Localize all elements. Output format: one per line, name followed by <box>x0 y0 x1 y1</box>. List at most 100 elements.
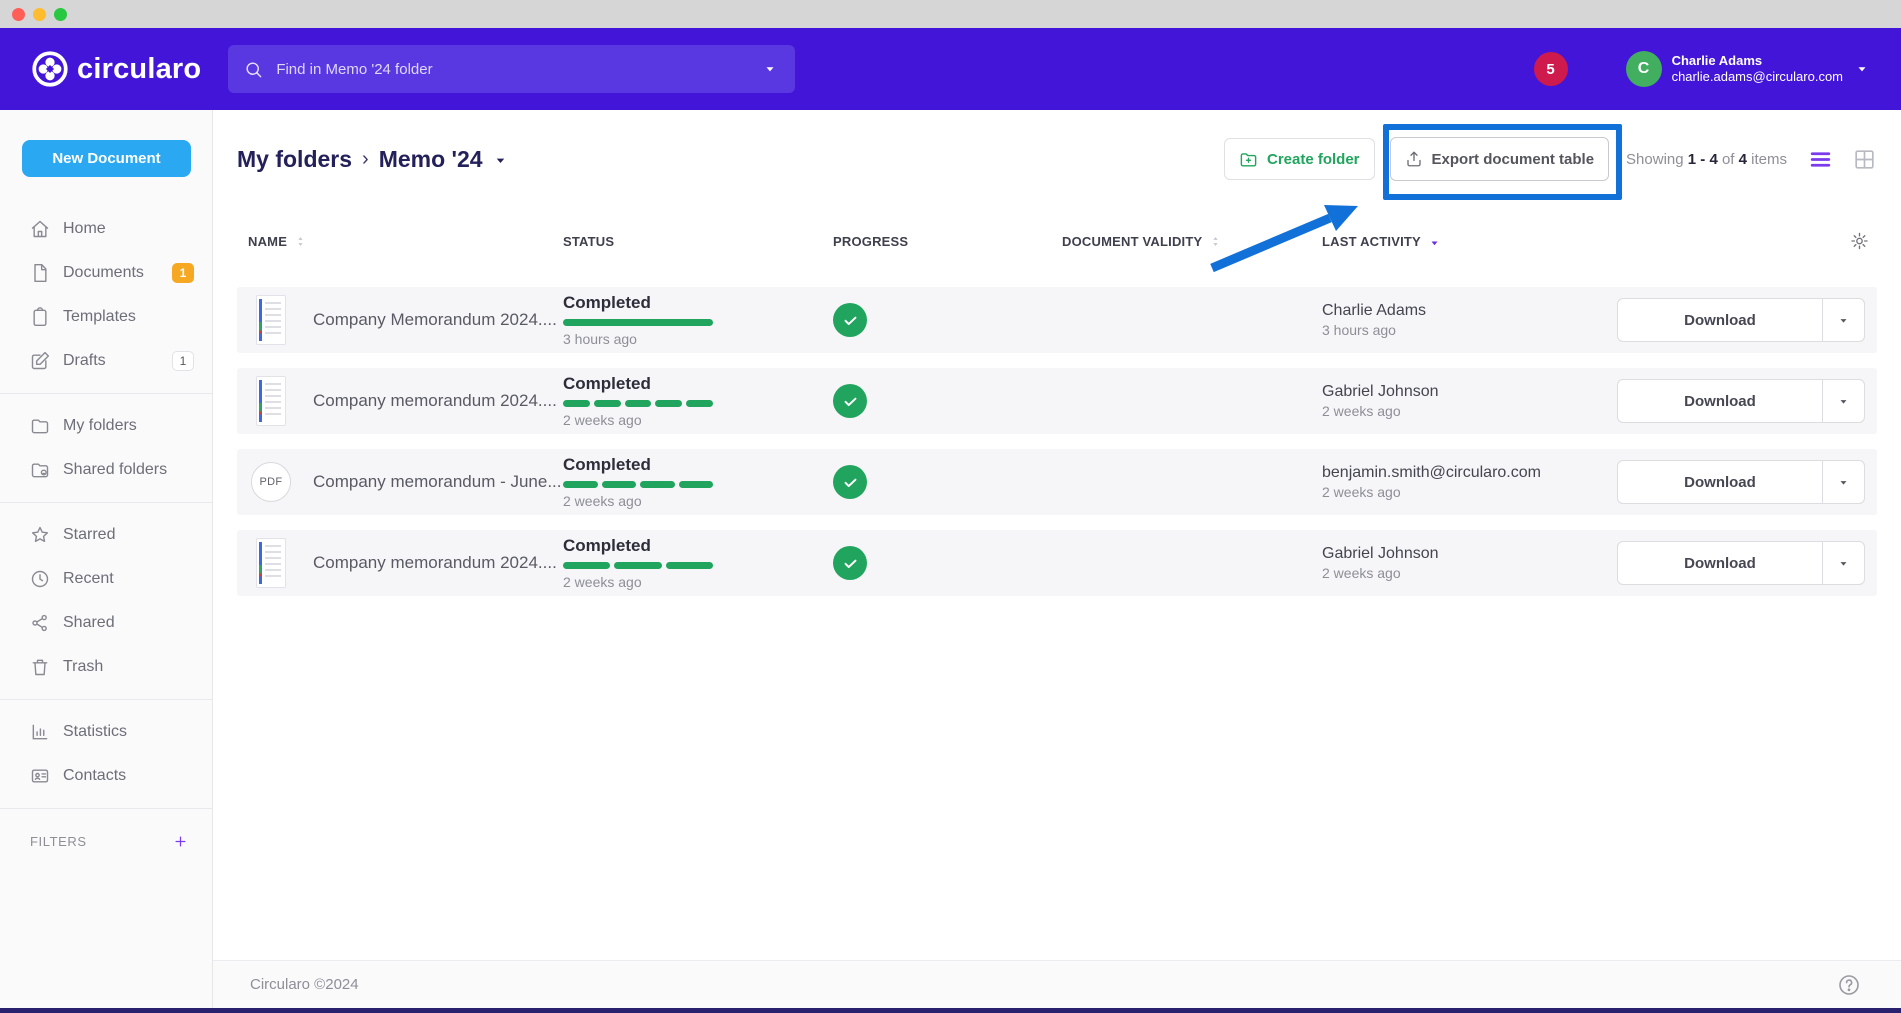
sidebar-item-label: Templates <box>63 308 136 326</box>
avatar[interactable]: C <box>1626 51 1662 87</box>
sidebar-item-contacts[interactable]: Contacts <box>0 754 212 798</box>
minimize-window-button[interactable] <box>33 8 46 21</box>
action-cell: Download <box>1617 541 1877 585</box>
sidebar-item-recent[interactable]: Recent <box>0 557 212 601</box>
sidebar-item-shared-folders[interactable]: Shared folders <box>0 448 212 492</box>
progress-segment <box>563 481 598 488</box>
table-row[interactable]: Company memorandum 2024....Completed2 we… <box>237 530 1877 596</box>
sort-icon[interactable] <box>294 235 307 248</box>
sort-icon[interactable] <box>1209 235 1222 248</box>
sidebar-badge: 1 <box>172 351 194 371</box>
download-options-chevron-down-icon[interactable] <box>1822 380 1864 422</box>
document-name-cell: Company Memorandum 2024.... <box>237 295 563 345</box>
export-document-table-button[interactable]: Export document table <box>1390 137 1610 181</box>
create-folder-button[interactable]: Create folder <box>1224 138 1375 180</box>
trash-icon <box>30 657 50 677</box>
progress-cell <box>833 384 1062 418</box>
table-row[interactable]: Company memorandum 2024....Completed2 we… <box>237 368 1877 434</box>
activity-timestamp: 2 weeks ago <box>1322 484 1617 500</box>
notification-badge[interactable]: 5 <box>1534 52 1568 86</box>
grid-view-icon[interactable] <box>1852 147 1877 172</box>
app-header: circularo 5 C Charlie Adams charlie.adam… <box>0 28 1901 110</box>
sidebar-divider <box>0 393 212 394</box>
progress-segment <box>655 400 682 407</box>
search-scope-dropdown-icon[interactable] <box>763 62 777 76</box>
download-options-chevron-down-icon[interactable] <box>1822 542 1864 584</box>
activity-user: Gabriel Johnson <box>1322 383 1617 401</box>
document-name[interactable]: Company memorandum 2024.... <box>313 553 557 573</box>
sidebar-item-label: Home <box>63 220 106 238</box>
sidebar-item-templates[interactable]: Templates <box>0 295 212 339</box>
sort-desc-icon[interactable] <box>1428 235 1441 248</box>
user-name: Charlie Adams <box>1672 53 1843 69</box>
status-cell: Completed3 hours ago <box>563 293 833 347</box>
folder-menu-chevron-down-icon[interactable] <box>493 150 508 168</box>
progress-cell <box>833 465 1062 499</box>
status-cell: Completed 2 weeks ago <box>563 455 833 509</box>
table-settings-gear-icon[interactable] <box>1850 232 1869 251</box>
document-list: Company Memorandum 2024.... Completed3 ho… <box>237 287 1877 596</box>
copyright-text: Circularo ©2024 <box>250 976 359 993</box>
progress-bar <box>563 481 713 488</box>
circularo-logo-icon <box>32 51 68 87</box>
download-options-chevron-down-icon[interactable] <box>1822 299 1864 341</box>
column-header-status: STATUS <box>563 234 833 249</box>
progress-segment <box>625 400 652 407</box>
last-activity-cell: Charlie Adams3 hours ago <box>1322 302 1617 338</box>
window-bottom-edge <box>0 1008 1901 1013</box>
column-header-name[interactable]: NAME <box>237 234 563 249</box>
download-button[interactable]: Download <box>1618 299 1822 341</box>
close-window-button[interactable] <box>12 8 25 21</box>
help-icon[interactable] <box>1837 973 1861 997</box>
circularo-logo[interactable]: circularo <box>32 51 201 87</box>
add-filter-button[interactable] <box>173 834 188 849</box>
shared-folders-icon <box>30 460 50 480</box>
action-cell: Download <box>1617 379 1877 423</box>
sidebar-item-my-folders[interactable]: My folders <box>0 404 212 448</box>
document-name[interactable]: Company Memorandum 2024.... <box>313 310 557 330</box>
list-view-icon[interactable] <box>1808 147 1833 172</box>
table-row[interactable]: Company Memorandum 2024.... Completed3 ho… <box>237 287 1877 353</box>
activity-timestamp: 2 weeks ago <box>1322 403 1617 419</box>
sidebar-item-documents[interactable]: Documents1 <box>0 251 212 295</box>
column-header-document-validity[interactable]: DOCUMENT VALIDITY <box>1062 234 1322 249</box>
templates-icon <box>30 307 50 327</box>
sidebar-badge: 1 <box>172 263 194 283</box>
column-header-last-activity[interactable]: LAST ACTIVITY <box>1322 234 1617 249</box>
sidebar-item-shared[interactable]: Shared <box>0 601 212 645</box>
document-name[interactable]: Company memorandum - June... <box>313 472 562 492</box>
shared-icon <box>30 613 50 633</box>
new-document-button[interactable]: New Document <box>22 140 191 177</box>
search-input[interactable] <box>276 61 763 78</box>
status-label: Completed <box>563 455 833 475</box>
user-info[interactable]: Charlie Adams charlie.adams@circularo.co… <box>1672 53 1843 86</box>
search-bar[interactable] <box>228 45 795 93</box>
user-menu-chevron-down-icon[interactable] <box>1855 62 1869 76</box>
column-label: DOCUMENT VALIDITY <box>1062 234 1202 249</box>
last-activity-cell: Gabriel Johnson2 weeks ago <box>1322 545 1617 581</box>
breadcrumb-my-folders[interactable]: My folders <box>237 146 352 173</box>
breadcrumb-current-folder[interactable]: Memo '24 <box>379 146 483 173</box>
table-row[interactable]: PDF Company memorandum - June...Completed… <box>237 449 1877 515</box>
column-label: NAME <box>248 234 287 249</box>
download-button[interactable]: Download <box>1618 461 1822 503</box>
download-options-chevron-down-icon[interactable] <box>1822 461 1864 503</box>
download-button[interactable]: Download <box>1618 542 1822 584</box>
pdf-file-icon: PDF <box>251 462 291 502</box>
home-icon <box>30 219 50 239</box>
download-button[interactable]: Download <box>1618 380 1822 422</box>
status-label: Completed <box>563 536 833 556</box>
completed-check-icon <box>833 303 867 337</box>
status-timestamp: 2 weeks ago <box>563 493 833 509</box>
sidebar-item-trash[interactable]: Trash <box>0 645 212 689</box>
document-name[interactable]: Company memorandum 2024.... <box>313 391 557 411</box>
progress-segment <box>602 481 637 488</box>
sidebar-item-starred[interactable]: Starred <box>0 513 212 557</box>
sidebar-item-statistics[interactable]: Statistics <box>0 710 212 754</box>
zoom-window-button[interactable] <box>54 8 67 21</box>
sidebar-item-drafts[interactable]: Drafts1 <box>0 339 212 383</box>
progress-segment <box>640 481 675 488</box>
recent-icon <box>30 569 50 589</box>
sidebar-item-home[interactable]: Home <box>0 207 212 251</box>
sidebar-item-label: Starred <box>63 526 115 544</box>
